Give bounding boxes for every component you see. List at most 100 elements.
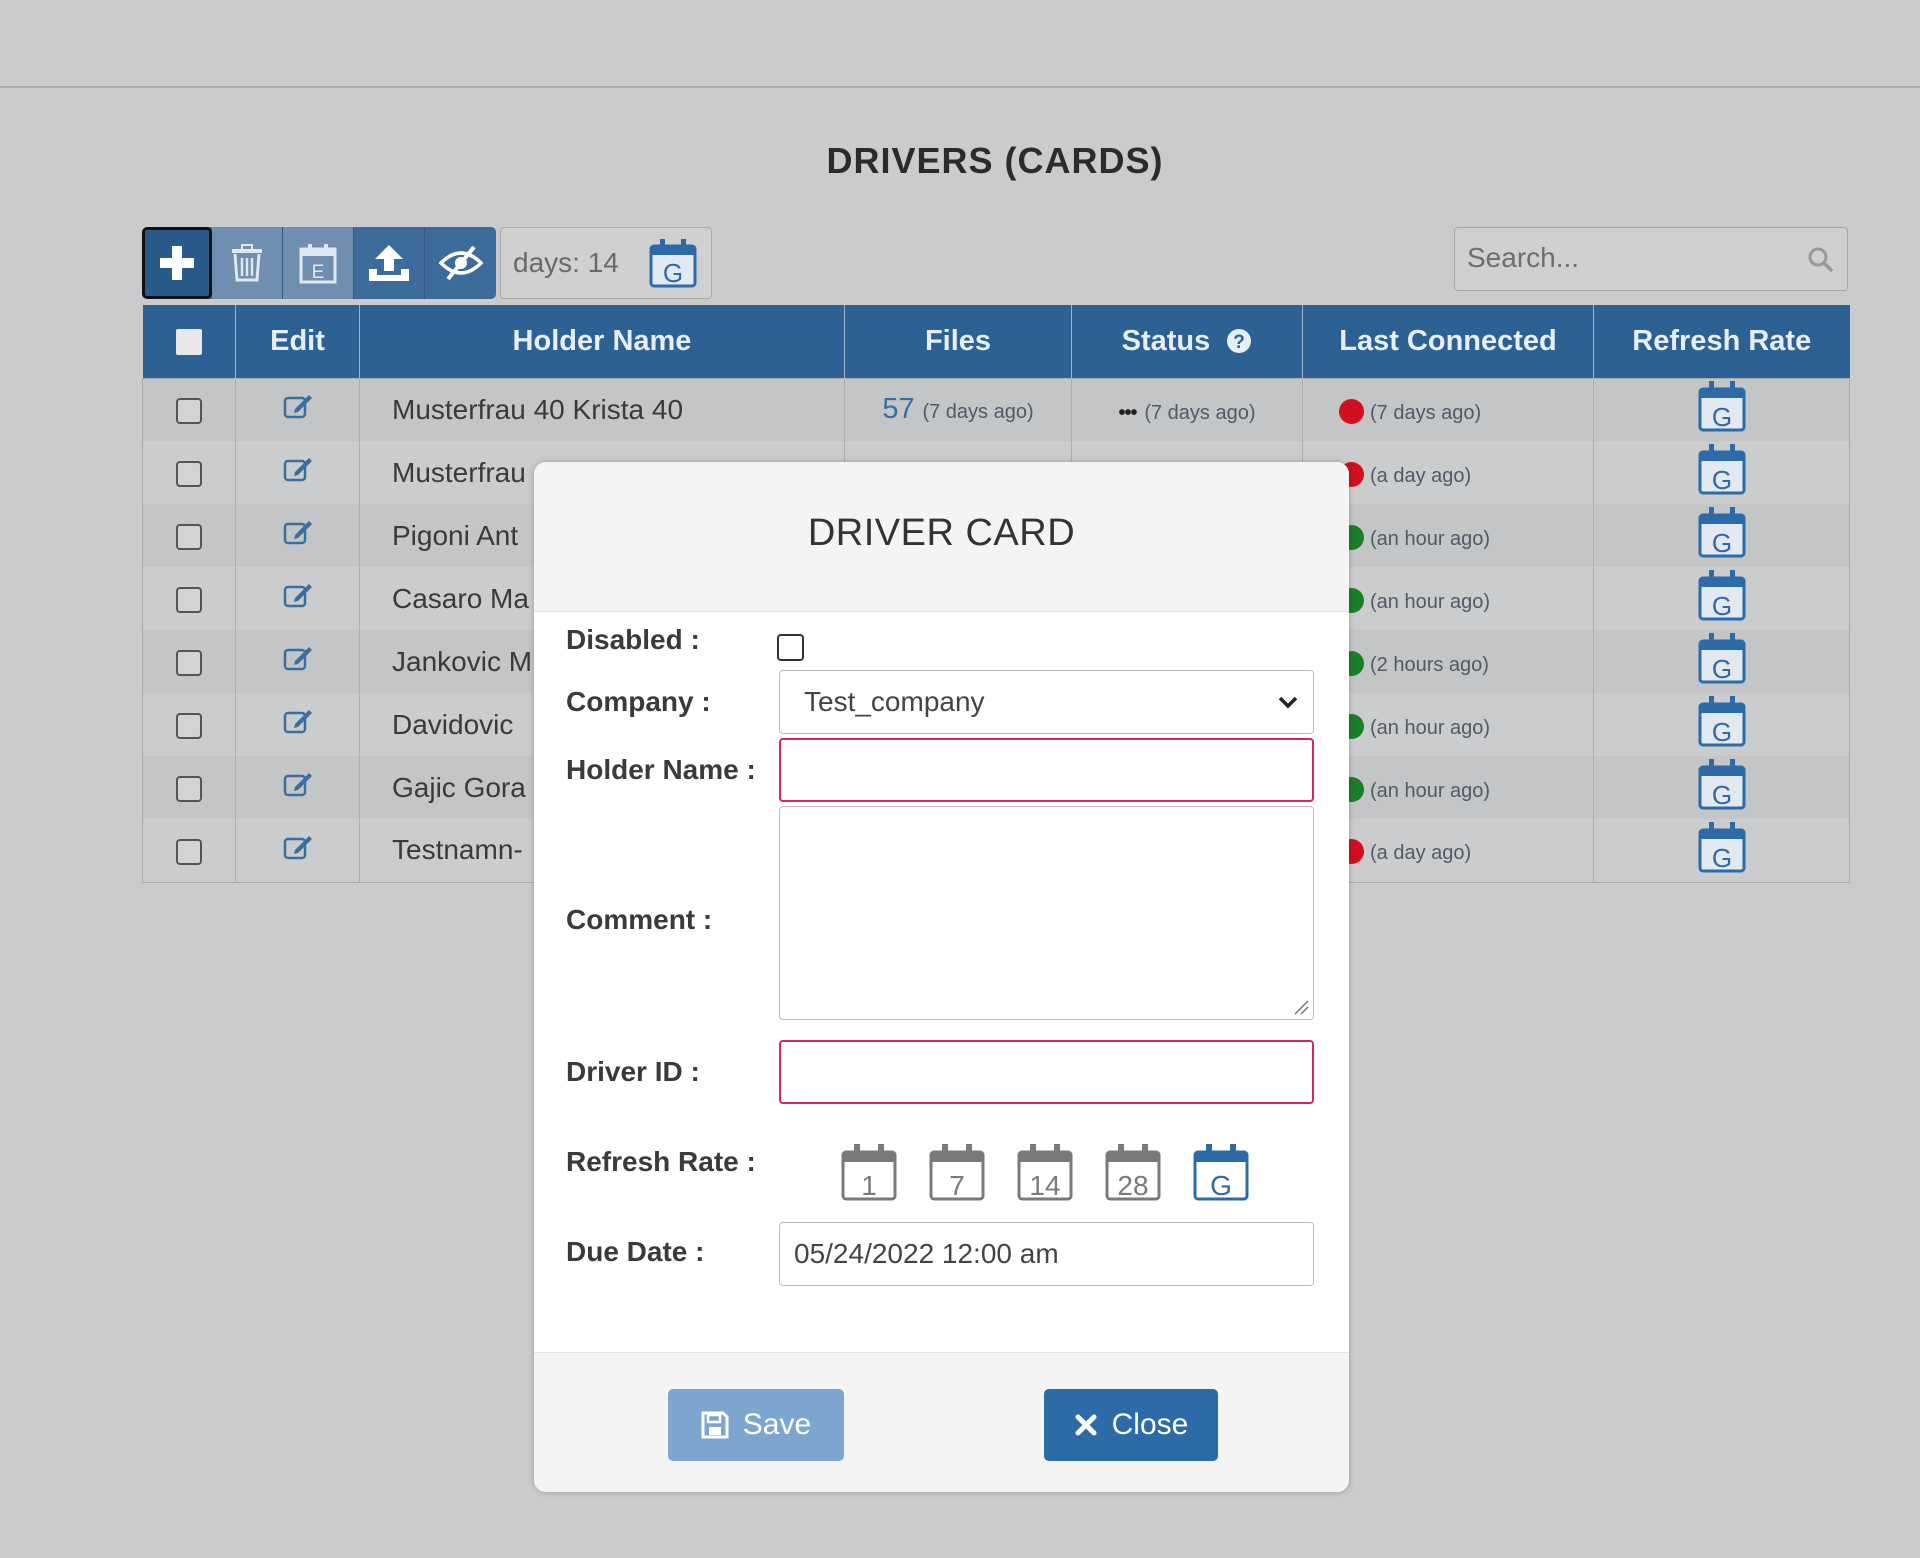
svg-text:14: 14: [1029, 1170, 1060, 1201]
row-checkbox[interactable]: [176, 713, 202, 740]
connection-status-dot: [1339, 398, 1364, 424]
select-all-header[interactable]: [142, 305, 236, 378]
svg-text:G: G: [1711, 591, 1731, 621]
row-select-cell[interactable]: [142, 756, 236, 819]
row-holder-name: Musterfrau 40 Krista 40: [359, 378, 845, 441]
header-files[interactable]: Files: [844, 305, 1072, 378]
row-checkbox[interactable]: [176, 587, 202, 614]
svg-text:28: 28: [1117, 1170, 1148, 1201]
row-refresh-rate-cell[interactable]: G: [1593, 504, 1850, 567]
row-edit-cell[interactable]: [235, 693, 360, 756]
calendar-g-icon[interactable]: G: [1697, 568, 1747, 622]
calendar-g-icon[interactable]: G: [1697, 820, 1747, 874]
calendar-g-icon[interactable]: G: [1192, 1142, 1250, 1202]
edit-icon[interactable]: [283, 771, 313, 797]
row-edit-cell[interactable]: [235, 504, 360, 567]
row-refresh-rate-cell[interactable]: G: [1593, 756, 1850, 819]
row-refresh-rate-cell[interactable]: G: [1593, 819, 1850, 882]
header-status[interactable]: Status ?: [1071, 305, 1303, 378]
calendar-28-icon[interactable]: 28: [1104, 1142, 1162, 1202]
table-row[interactable]: Musterfrau 40 Krista 40 57 (7 days ago) ••…: [142, 378, 1850, 441]
table-header-row: Edit Holder Name Files Status ? Last Con…: [142, 305, 1850, 378]
calendar-g-icon[interactable]: G: [1697, 505, 1747, 559]
row-edit-cell[interactable]: [235, 630, 360, 693]
row-select-cell[interactable]: [142, 378, 236, 441]
edit-icon[interactable]: [283, 456, 313, 482]
disabled-checkbox[interactable]: [777, 634, 804, 661]
svg-text:7: 7: [949, 1170, 965, 1201]
row-select-cell[interactable]: [142, 441, 236, 504]
row-edit-cell[interactable]: [235, 756, 360, 819]
row-refresh-rate-cell[interactable]: G: [1593, 567, 1850, 630]
calendar-g-icon[interactable]: G: [1697, 757, 1747, 811]
header-holder-name[interactable]: Holder Name: [359, 305, 845, 378]
row-refresh-rate-cell[interactable]: G: [1593, 378, 1850, 441]
toggle-visibility-button[interactable]: [425, 227, 496, 299]
close-button[interactable]: Close: [1044, 1389, 1218, 1461]
row-edit-cell[interactable]: [235, 819, 360, 882]
edit-icon[interactable]: [283, 834, 313, 860]
edit-icon[interactable]: [283, 708, 313, 734]
header-last-connected[interactable]: Last Connected: [1302, 305, 1594, 378]
due-date-input[interactable]: 05/24/2022 12:00 am: [779, 1222, 1314, 1286]
row-refresh-rate-cell[interactable]: G: [1593, 630, 1850, 693]
edit-icon[interactable]: [283, 393, 313, 419]
calendar-7-icon[interactable]: 7: [928, 1142, 986, 1202]
search-box[interactable]: [1454, 227, 1848, 291]
row-last-connected-ago: (an hour ago): [1370, 527, 1491, 550]
row-refresh-rate-cell[interactable]: G: [1593, 441, 1850, 504]
row-checkbox[interactable]: [176, 398, 202, 425]
row-last-connected-ago: (a day ago): [1370, 842, 1472, 865]
row-files-count[interactable]: 57: [882, 393, 914, 425]
floppy-disk-icon: [701, 1411, 729, 1439]
calendar-g-icon[interactable]: G: [1697, 442, 1747, 496]
row-select-cell[interactable]: [142, 693, 236, 756]
row-checkbox[interactable]: [176, 838, 202, 865]
header-edit[interactable]: Edit: [235, 305, 360, 378]
row-edit-cell[interactable]: [235, 567, 360, 630]
calendar-g-icon[interactable]: G: [1697, 694, 1747, 748]
days-filter[interactable]: days: 14 G: [500, 227, 712, 299]
edit-icon[interactable]: [283, 519, 313, 545]
add-button[interactable]: [142, 227, 212, 299]
row-checkbox[interactable]: [176, 650, 202, 677]
row-edit-cell[interactable]: [235, 441, 360, 504]
calendar-14-icon[interactable]: 14: [1016, 1142, 1074, 1202]
header-refresh-rate[interactable]: Refresh Rate: [1593, 305, 1850, 378]
row-checkbox[interactable]: [176, 524, 202, 551]
edit-icon[interactable]: [283, 582, 313, 608]
driver-id-input[interactable]: [779, 1040, 1314, 1104]
row-select-cell[interactable]: [142, 819, 236, 882]
row-select-cell[interactable]: [142, 567, 236, 630]
question-circle-icon[interactable]: ?: [1226, 328, 1252, 354]
trash-icon: [232, 244, 262, 282]
row-files-cell: 57 (7 days ago): [844, 378, 1072, 441]
resize-grip-icon[interactable]: [1291, 997, 1309, 1015]
calendar-g-icon[interactable]: G: [1697, 631, 1747, 685]
calendar-1-icon[interactable]: 1: [840, 1142, 898, 1202]
holder-name-input[interactable]: [779, 738, 1314, 802]
edit-icon[interactable]: [283, 645, 313, 671]
upload-button[interactable]: [354, 227, 425, 299]
select-all-checkbox[interactable]: [175, 329, 202, 356]
calendar-g-icon[interactable]: G: [1697, 379, 1747, 433]
refresh-rate-options: 1 7 14 28 G: [840, 1142, 1250, 1202]
row-checkbox[interactable]: [176, 776, 202, 803]
toolbar: E days: 14 G: [142, 227, 712, 299]
row-select-cell[interactable]: [142, 630, 236, 693]
company-select[interactable]: Test_company: [779, 670, 1314, 734]
days-label: days: 14: [513, 247, 619, 278]
svg-text:?: ?: [1234, 332, 1246, 353]
row-last-connected-ago: (7 days ago): [1370, 401, 1482, 424]
save-button[interactable]: Save: [668, 1389, 844, 1461]
delete-button[interactable]: [212, 227, 283, 299]
row-edit-cell[interactable]: [235, 378, 360, 441]
row-last-connected-ago: (a day ago): [1370, 464, 1472, 487]
due-date-label: Due Date :: [566, 1236, 705, 1267]
row-refresh-rate-cell[interactable]: G: [1593, 693, 1850, 756]
search-input[interactable]: [1455, 228, 1785, 288]
row-select-cell[interactable]: [142, 504, 236, 567]
row-checkbox[interactable]: [176, 461, 202, 488]
calendar-export-button[interactable]: E: [283, 227, 354, 299]
comment-textarea[interactable]: [779, 806, 1314, 1020]
